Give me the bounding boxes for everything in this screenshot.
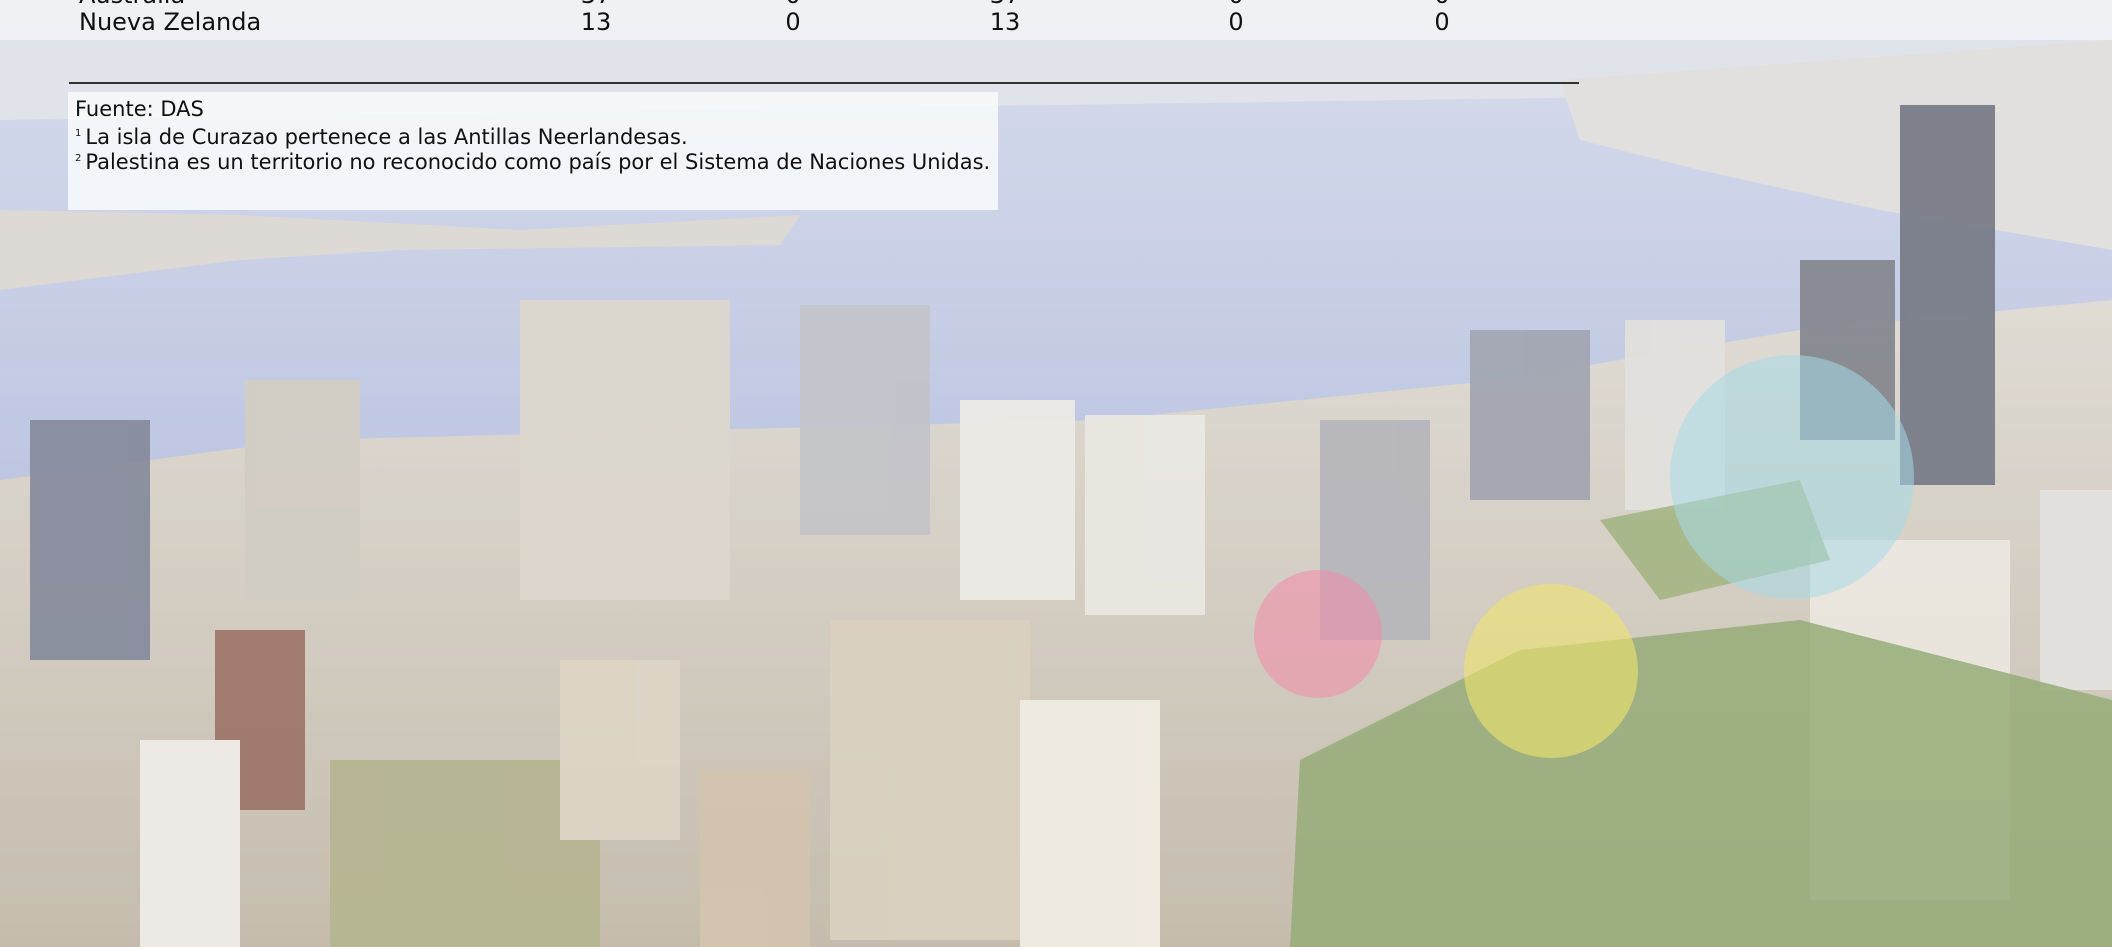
table-cell: 13 xyxy=(580,8,612,36)
footnote-marker: 1 xyxy=(75,128,82,139)
table-notes: Fuente: DAS 1 La isla de Curazao pertenec… xyxy=(68,92,998,210)
table-cell: 0 xyxy=(785,8,801,36)
table-cell: 13 xyxy=(989,8,1021,36)
pink-circle xyxy=(1254,570,1382,698)
table-row: Nueva Zelanda 13 0 13 0 0 xyxy=(0,7,1600,37)
source-note: Fuente: DAS xyxy=(75,97,204,121)
yellow-circle xyxy=(1464,584,1638,758)
footnote-2: 2 Palestina es un territorio no reconocid… xyxy=(75,146,990,175)
footnote-text: Palestina es un territorio no reconocido… xyxy=(85,150,991,174)
table-cell: 0 xyxy=(1228,8,1244,36)
table-cell: 0 xyxy=(1434,8,1450,36)
footnote-marker: 2 xyxy=(75,153,82,164)
table-bottom-rule xyxy=(69,82,1579,84)
cyan-circle xyxy=(1670,355,1914,599)
country-name: Nueva Zelanda xyxy=(79,8,262,36)
